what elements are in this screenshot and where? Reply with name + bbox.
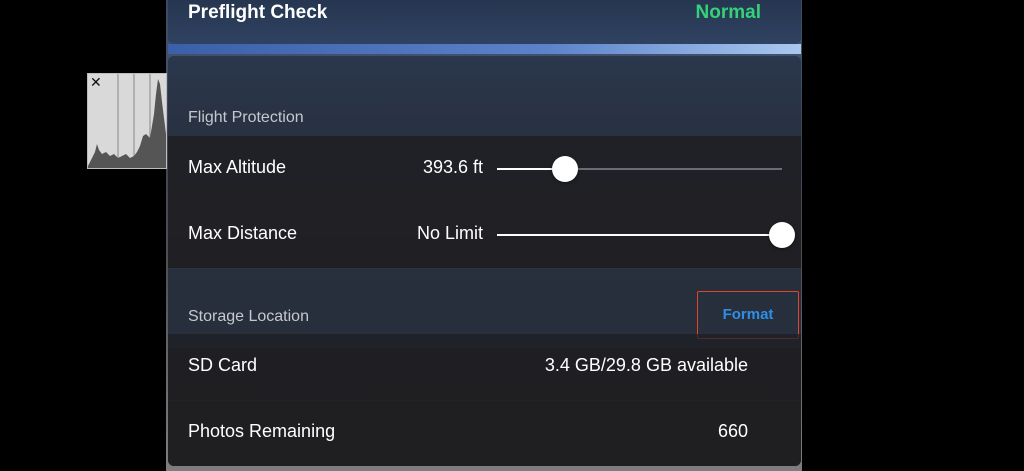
format-button[interactable]: Format [697, 291, 799, 339]
preflight-status: Normal [695, 2, 761, 23]
photos-remaining-row: Photos Remaining 660 [168, 400, 801, 466]
max-altitude-slider-handle[interactable] [552, 156, 579, 182]
header-divider [168, 44, 801, 54]
preflight-check-label: Preflight Check [188, 2, 328, 23]
sd-card-value: 3.4 GB/29.8 GB available [544, 355, 748, 375]
max-distance-row: Max Distance No Limit [168, 202, 801, 269]
max-distance-slider-fill [497, 234, 782, 236]
histogram-widget: ✕ [87, 73, 167, 169]
flight-protection-header: Flight Protection [168, 56, 801, 136]
close-icon[interactable]: ✕ [90, 74, 102, 91]
max-altitude-label: Max Altitude [188, 157, 287, 177]
max-altitude-value: 393.6 ft [422, 157, 483, 177]
storage-location-title: Storage Location [188, 308, 309, 325]
photos-remaining-label: Photos Remaining [188, 421, 336, 441]
max-altitude-row: Max Altitude 393.6 ft [168, 136, 801, 203]
max-distance-label: Max Distance [188, 223, 298, 243]
preflight-check-row[interactable]: Preflight Check Normal [168, 0, 801, 44]
flight-protection-title: Flight Protection [188, 109, 304, 126]
sd-card-label: SD Card [188, 355, 258, 375]
max-distance-value: No Limit [416, 223, 483, 243]
max-distance-slider-handle[interactable] [769, 222, 795, 248]
max-distance-slider[interactable] [497, 222, 795, 248]
max-altitude-slider[interactable] [497, 156, 782, 182]
settings-panel: Flight Protection Max Altitude 393.6 ft … [168, 56, 801, 466]
photos-remaining-value: 660 [717, 421, 748, 441]
sd-card-row: SD Card 3.4 GB/29.8 GB available [168, 334, 801, 401]
